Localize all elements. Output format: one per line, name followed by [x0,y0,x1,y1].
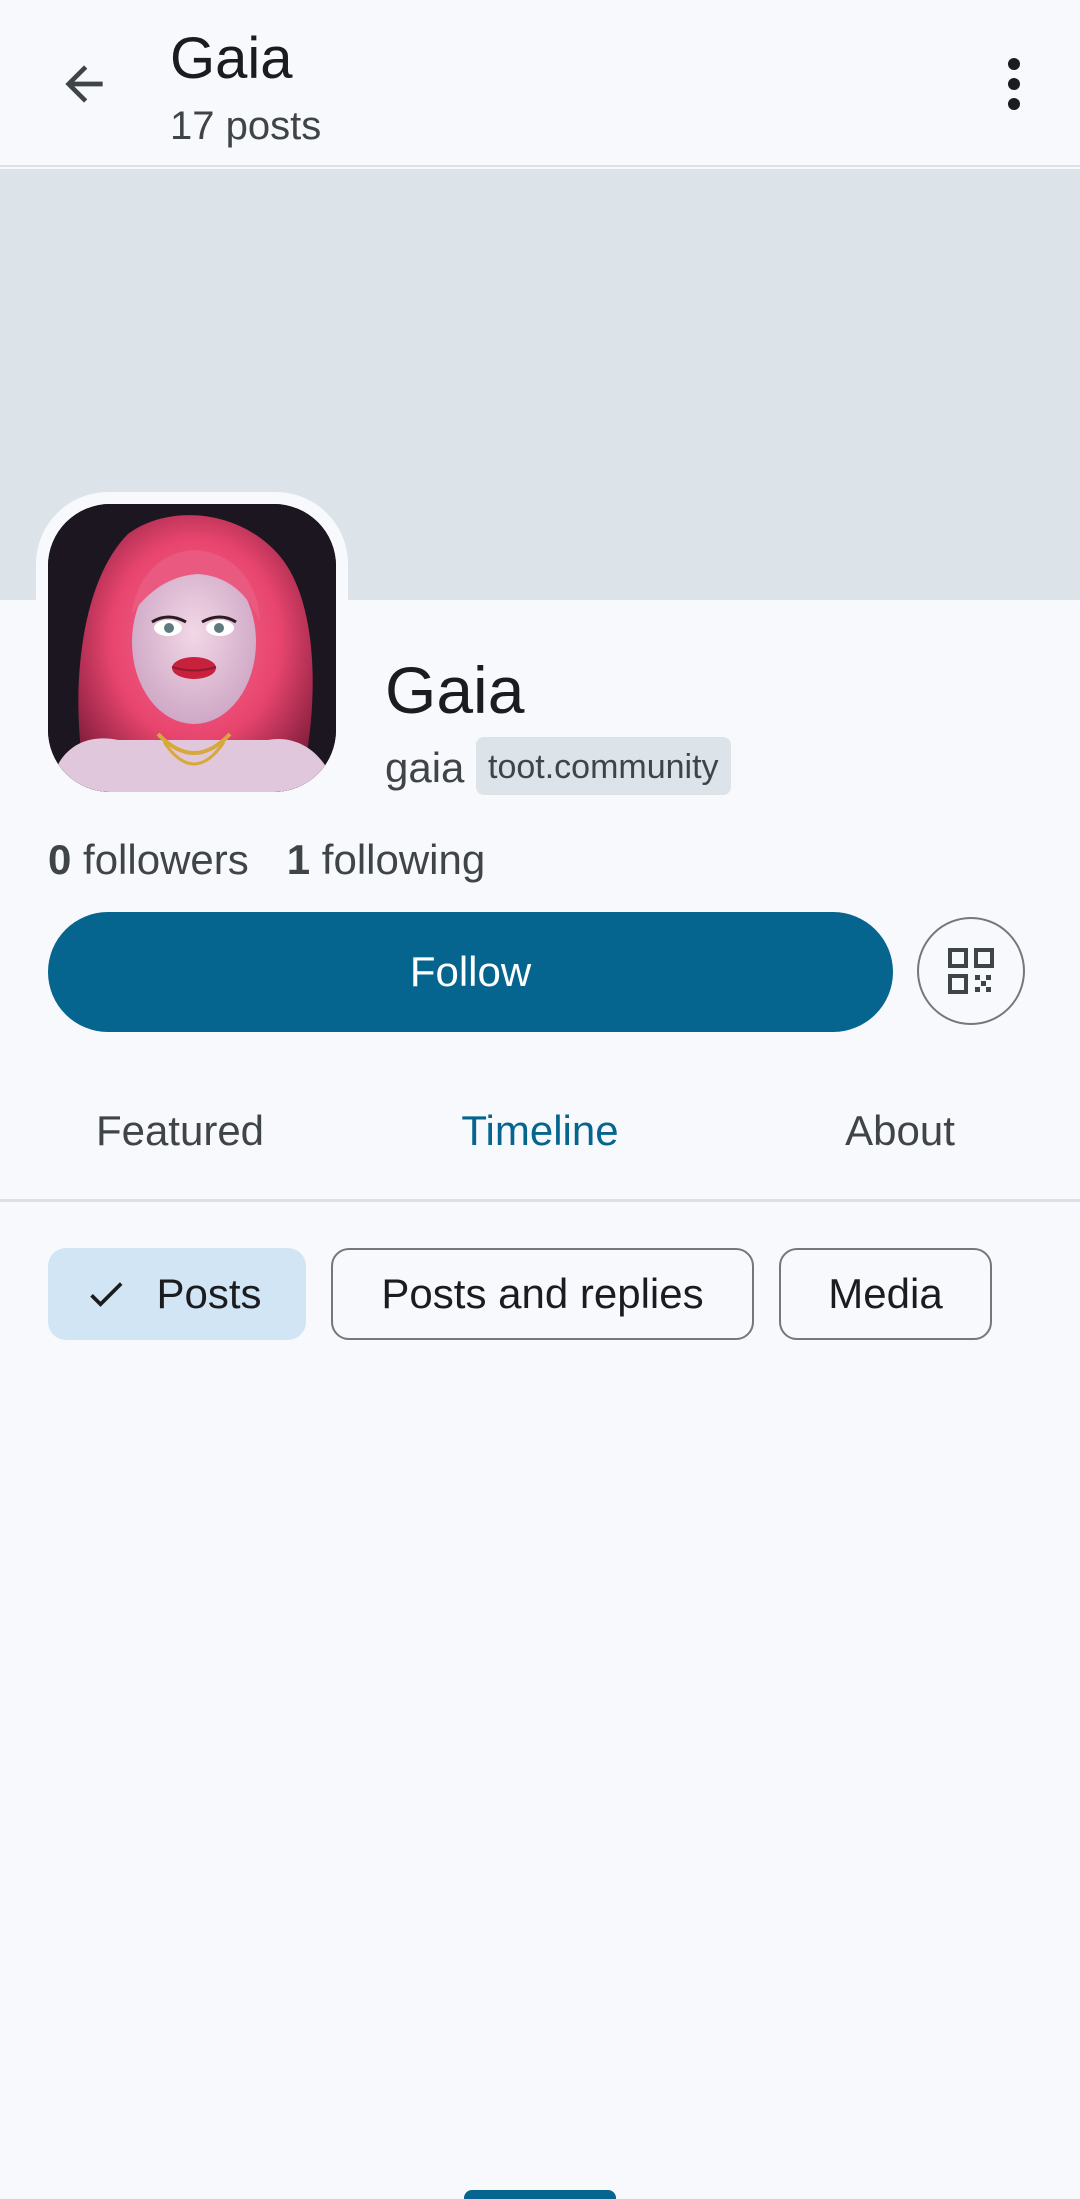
username: gaia [385,744,465,791]
filter-chip-posts[interactable]: Posts [48,1248,306,1340]
more-options-button[interactable] [974,44,1054,124]
profile-tabs: Featured Timeline About [0,1080,1080,2199]
tab-about[interactable]: About [760,1106,1040,1156]
profile-stats: 0 followers 1 following [48,834,485,886]
follow-button[interactable]: Follow [48,912,893,1032]
active-tab-indicator [464,2190,616,2199]
tab-featured[interactable]: Featured [40,1106,320,1156]
post-count: 17 posts [170,104,322,148]
followers-count: 0 [48,836,72,883]
instance-badge: toot.community [476,737,731,795]
back-button[interactable] [44,44,124,124]
followers-label: followers [83,836,249,883]
filter-chip-media[interactable]: Media [779,1248,992,1340]
more-vert-icon [1008,58,1020,110]
following-count: 1 [286,836,311,883]
filter-chip-label: Media [828,1270,943,1317]
following-label: following [321,836,486,883]
top-app-bar: Gaia 17 posts [0,0,1080,167]
avatar-image [48,504,336,792]
filter-chip-label: Posts and replies [381,1270,704,1317]
avatar[interactable] [48,504,336,792]
following-link[interactable]: 1 following [287,836,485,883]
arrow-back-icon [65,65,103,103]
qr-code-icon [948,948,994,994]
filter-chip-posts-and-replies[interactable]: Posts and replies [331,1248,754,1340]
check-icon [84,1272,128,1316]
tab-timeline[interactable]: Timeline [400,1106,680,1156]
filter-chip-label: Posts [156,1270,262,1317]
followers-link[interactable]: 0 followers [48,836,249,883]
qr-code-button[interactable] [917,917,1025,1025]
page-title: Gaia [170,26,293,91]
display-name: Gaia [385,653,525,727]
